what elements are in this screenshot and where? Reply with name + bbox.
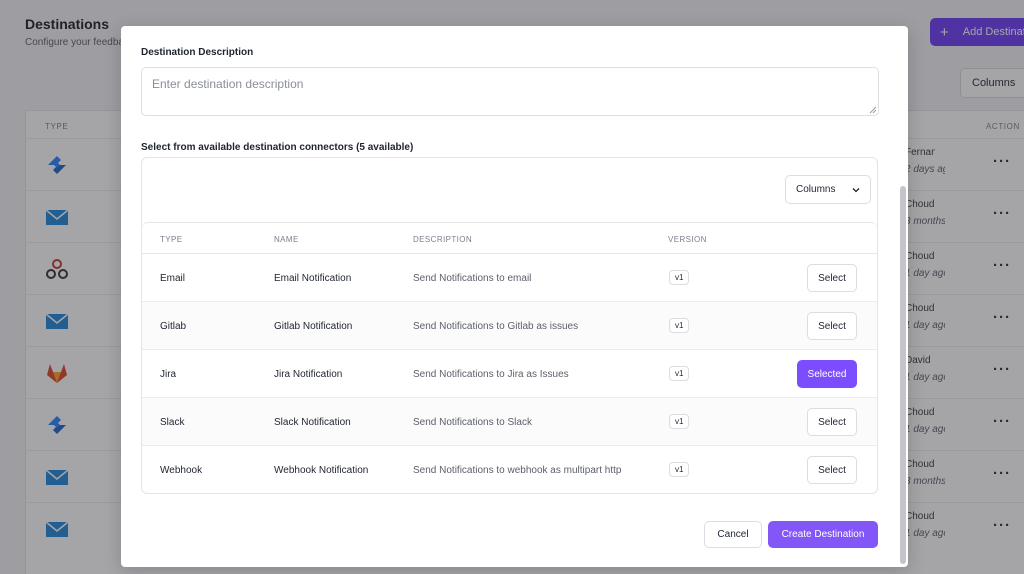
- version-badge: v1: [669, 270, 690, 285]
- connector-description: Send Notifications to email: [413, 273, 532, 284]
- create-destination-button[interactable]: Create Destination: [768, 521, 878, 548]
- selected-jira-button[interactable]: Selected: [797, 360, 857, 388]
- connector-type: Email: [160, 273, 186, 284]
- connectors-table: TYPE NAME DESCRIPTION VERSION Email Emai…: [142, 222, 877, 494]
- select-gitlab-button[interactable]: Select: [807, 312, 857, 340]
- table-row-webhook: Webhook Webhook Notification Send Notifi…: [142, 446, 877, 494]
- connector-type: Gitlab: [160, 321, 187, 332]
- cancel-button[interactable]: Cancel: [704, 521, 762, 548]
- table-row-gitlab: Gitlab Gitlab Notification Send Notifica…: [142, 302, 877, 350]
- version-badge: v1: [669, 318, 690, 333]
- columns-label: Columns: [796, 184, 836, 195]
- connector-name: Webhook Notification: [274, 465, 369, 476]
- table-header: TYPE NAME DESCRIPTION VERSION: [142, 223, 877, 254]
- chevron-down-icon: [853, 187, 860, 192]
- modal-scrollbar[interactable]: [900, 186, 906, 564]
- connector-description: Send Notifications to webhook as multipa…: [413, 465, 622, 476]
- connector-type: Jira: [160, 369, 177, 380]
- connectors-label: Select from available destination connec…: [141, 142, 414, 153]
- connector-name: Email Notification: [274, 273, 352, 284]
- header-type: TYPE: [160, 235, 183, 244]
- version-badge: v1: [669, 462, 690, 477]
- select-slack-button[interactable]: Select: [807, 408, 857, 436]
- connector-description: Send Notifications to Slack: [413, 417, 532, 428]
- connectors-panel: Columns TYPE NAME DESCRIPTION VERSION Em…: [141, 157, 878, 494]
- connector-name: Jira Notification: [274, 369, 343, 380]
- connector-type: Webhook: [160, 465, 203, 476]
- select-email-button[interactable]: Select: [807, 264, 857, 292]
- select-webhook-button[interactable]: Select: [807, 456, 857, 484]
- description-input[interactable]: [141, 67, 879, 116]
- connector-type: Slack: [160, 417, 185, 428]
- header-version: VERSION: [668, 235, 707, 244]
- connector-name: Gitlab Notification: [274, 321, 353, 332]
- create-destination-modal: Destination Description Select from avai…: [121, 26, 908, 567]
- resize-grip-icon[interactable]: [869, 106, 877, 114]
- header-description: DESCRIPTION: [413, 235, 473, 244]
- header-name: NAME: [274, 235, 299, 244]
- table-row-jira: Jira Jira Notification Send Notification…: [142, 350, 877, 398]
- description-label: Destination Description: [141, 47, 254, 58]
- version-badge: v1: [669, 414, 690, 429]
- columns-button[interactable]: Columns: [785, 175, 871, 204]
- table-row-slack: Slack Slack Notification Send Notificati…: [142, 398, 877, 446]
- table-row-email: Email Email Notification Send Notificati…: [142, 254, 877, 302]
- connector-description: Send Notifications to Gitlab as issues: [413, 321, 579, 332]
- connector-description: Send Notifications to Jira as Issues: [413, 369, 569, 380]
- version-badge: v1: [669, 366, 690, 381]
- connector-name: Slack Notification: [274, 417, 351, 428]
